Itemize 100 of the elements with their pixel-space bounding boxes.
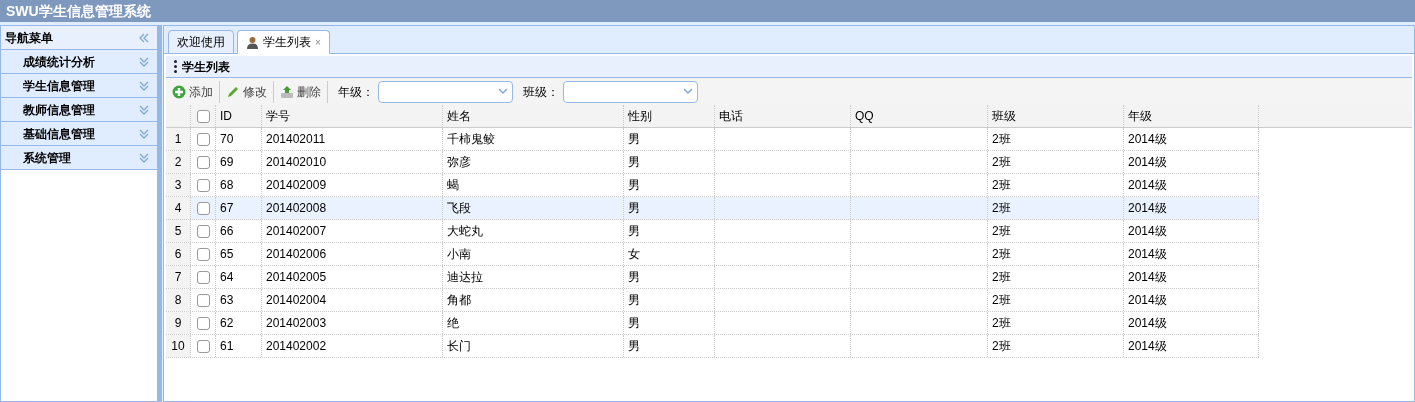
row-number: 4 [166,197,191,219]
row-number: 3 [166,174,191,196]
chevron-down-icon [139,128,149,139]
table-cell-text: 201402005 [266,269,327,286]
table-cell-text: 2班 [992,315,1011,332]
table-cell-text: 千柿鬼鲛 [447,131,495,148]
table-cell-text: 2班 [992,177,1011,194]
column-header[interactable]: 性别 [624,105,715,127]
table-cell-text: 男 [628,131,640,148]
table-cell-text: 2014级 [1128,223,1167,240]
table-cell-text: 2班 [992,154,1011,171]
table-cell-text: 201402009 [266,177,327,194]
table-cell-text: 201402002 [266,338,327,355]
checkbox[interactable] [196,270,210,284]
sidebar-item[interactable]: 系统管理 [1,146,157,170]
checkbox[interactable] [196,339,210,353]
table-cell-text: 2014级 [1128,200,1167,217]
table-cell-text: 女 [628,246,640,263]
sidebar-item[interactable]: 基础信息管理 [1,122,157,146]
column-header[interactable]: 电话 [715,105,851,127]
table-cell-text: 201402011 [266,131,326,148]
sidebar-item[interactable]: 教师信息管理 [1,98,157,122]
table-row[interactable]: 4 67 201402008 飞段 男 2班 2014级 [166,197,1259,220]
table-cell-text: 2014级 [1128,338,1167,355]
table-cell-text: 小南 [447,246,471,263]
column-header[interactable]: 姓名 [443,105,624,127]
table-cell-text: 长门 [447,338,471,355]
checkbox[interactable] [196,316,210,330]
table-cell-text: 男 [628,292,640,309]
table-row[interactable]: 6 65 201402006 小南 女 2班 2014级 [166,243,1259,266]
table-cell-text: 绝 [447,315,459,332]
caret-icon [683,88,693,95]
table-row[interactable]: 7 64 201402005 迪达拉 男 2班 2014级 [166,266,1259,289]
table-cell-text: 201402007 [266,223,327,240]
checkbox[interactable] [196,132,210,146]
table-row[interactable]: 10 61 201402002 长门 男 2班 2014级 [166,335,1259,358]
chevron-down-icon [139,104,149,115]
table-cell-text: 男 [628,200,640,217]
table-cell-text: 男 [628,223,640,240]
checkbox[interactable] [196,247,210,261]
table-cell-text: 2班 [992,269,1011,286]
table-cell-text: 201402008 [266,200,327,217]
checkbox[interactable] [196,178,210,192]
collapse-icon[interactable] [139,32,149,43]
drag-handle-icon [174,60,177,73]
tab[interactable]: 欢迎使用 [168,30,234,54]
edit-button[interactable]: 修改 [224,80,269,103]
table-row[interactable]: 5 66 201402007 大蛇丸 男 2班 2014级 [166,220,1259,243]
table-cell-text: 64 [220,269,234,286]
user-icon [246,35,259,49]
table-cell-text: 69 [220,154,234,171]
table-row[interactable]: 8 63 201402004 角都 男 2班 2014级 [166,289,1259,312]
row-number: 10 [166,335,191,357]
table-cell-text: 2班 [992,223,1011,240]
add-button[interactable]: 添加 [170,80,215,103]
table-cell-text: 2014级 [1128,177,1167,194]
table-cell-text: 男 [628,269,640,286]
table-cell-text: 男 [628,177,640,194]
row-number: 9 [166,312,191,334]
table-cell-text: 2班 [992,246,1011,263]
filter-dropdown[interactable] [378,80,513,103]
table-cell-text: 飞段 [447,200,471,217]
row-number: 5 [166,220,191,242]
app-title: SWU学生信息管理系统 [6,1,151,21]
table-cell-text: 201402010 [266,154,327,171]
row-number: 7 [166,266,191,288]
table-cell-text: 2014级 [1128,246,1167,263]
table-cell-text: 2班 [992,200,1011,217]
delete-button[interactable]: 删除 [278,80,323,103]
table-cell-text: 201402003 [266,315,327,332]
pencil-icon [226,84,240,99]
table-row[interactable]: 2 69 201402010 弥彦 男 2班 2014级 [166,151,1259,174]
column-header[interactable]: 年级 [1124,105,1259,127]
table-row[interactable]: 1 70 201402011 千柿鬼鲛 男 2班 2014级 [166,128,1259,151]
column-header[interactable]: QQ [851,105,988,127]
checkbox[interactable] [196,293,210,307]
table-cell-text: 66 [220,223,234,240]
table-cell-text: 角都 [447,292,471,309]
column-header[interactable]: ID [216,105,262,127]
table-cell-text: 男 [628,154,640,171]
sidebar-item[interactable]: 成绩统计分析 [1,50,157,74]
table-row[interactable]: 3 68 201402009 蝎 男 2班 2014级 [166,174,1259,197]
column-header[interactable]: 学号 [262,105,443,127]
table-row[interactable]: 9 62 201402003 绝 男 2班 2014级 [166,312,1259,335]
table-cell-text: 2014级 [1128,269,1167,286]
row-number: 1 [166,128,191,150]
tab[interactable]: 学生列表 × [237,30,330,54]
table-cell-text: 201402004 [266,292,327,309]
checkbox[interactable] [196,109,210,123]
table-cell-text: 61 [220,338,234,355]
column-header[interactable]: 班级 [988,105,1124,127]
sidebar-item[interactable]: 学生信息管理 [1,74,157,98]
table-cell-text: 2班 [992,338,1011,355]
filter-dropdown[interactable] [563,80,698,103]
table-cell-text: 大蛇丸 [447,223,483,240]
checkbox[interactable] [196,224,210,238]
close-button[interactable]: × [315,34,321,50]
checkbox[interactable] [196,155,210,169]
sidebar-title: 导航菜单 [5,29,53,47]
checkbox[interactable] [196,201,210,215]
